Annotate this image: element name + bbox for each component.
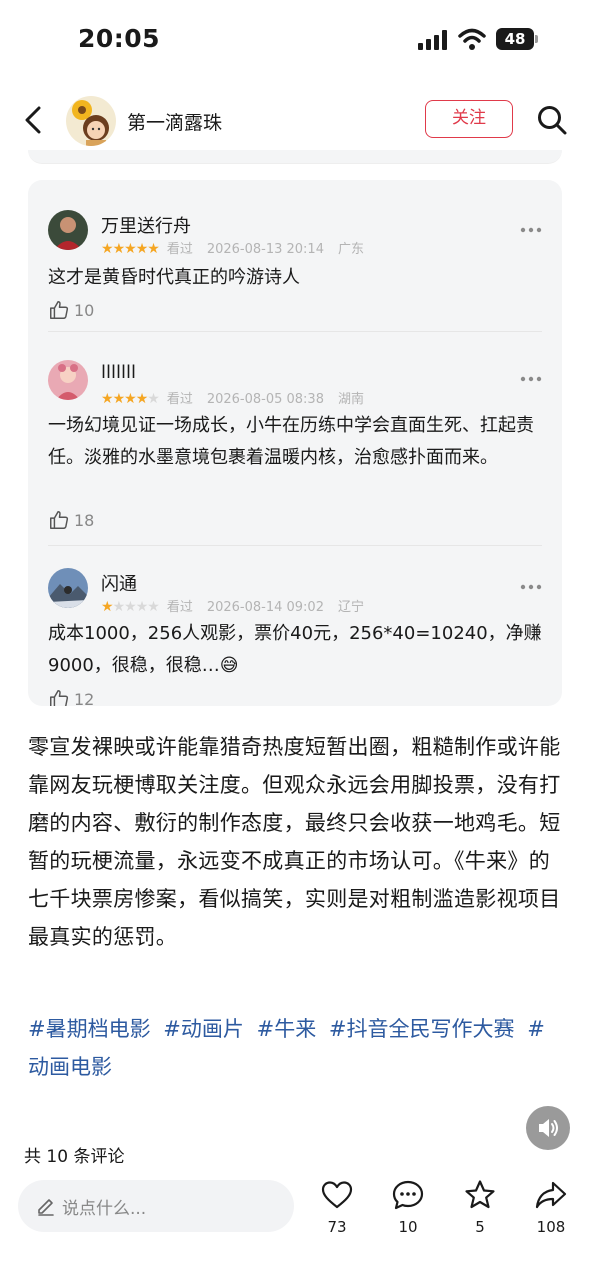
watched-label: 看过: [166, 600, 193, 615]
hashtag-summer-movie[interactable]: #暑期档电影: [28, 1017, 151, 1041]
author-avatar[interactable]: [66, 96, 116, 146]
star-filled-icon: ★: [135, 391, 149, 407]
read-aloud-button[interactable]: [526, 1106, 570, 1150]
star-empty-icon: ★: [135, 599, 149, 615]
comments-count-label[interactable]: 共 10 条评论: [24, 1142, 124, 1167]
review-text: 一场幻境见证一场成长，小牛在历练中学会直面生死、扛起责任。淡雅的水墨意境包裹着温…: [48, 415, 534, 468]
review-location: 辽宁: [337, 600, 364, 615]
rating-stars: ★★★★★: [101, 241, 160, 257]
review-meta: ★★★★★ 看过 2026-08-05 08:38 湖南: [101, 388, 364, 407]
like-count: 73: [327, 1218, 347, 1236]
star-filled-icon: ★: [124, 391, 137, 407]
star-filled-icon: ★: [101, 391, 114, 407]
review-like-count: 10: [74, 300, 95, 320]
cellular-signal-icon: [418, 30, 447, 50]
share-arrow-icon: [535, 1181, 567, 1209]
review-datetime: 2026-08-05 08:38: [206, 392, 324, 407]
reviewer-name: 闪通: [101, 574, 137, 595]
review-datetime: 2026-08-13 20:14: [206, 242, 324, 257]
post-header: 第一滴露珠 关注: [0, 88, 590, 152]
star-filled-icon: ★: [147, 241, 160, 257]
rating-stars: ★★★★★: [101, 599, 160, 615]
star-empty-icon: ★: [112, 599, 126, 615]
review-text: 这才是黄昏时代真正的吟游诗人: [48, 267, 300, 288]
watched-label: 看过: [166, 392, 193, 407]
search-icon[interactable]: [536, 104, 568, 136]
review-text: 成本1000，256人观影，票价40元，256*40=10240，净赚9000，…: [48, 623, 542, 676]
star-empty-icon: ★: [147, 599, 160, 615]
like-button[interactable]: 73: [307, 1178, 367, 1236]
share-count: 108: [536, 1218, 566, 1236]
reviewer-name: 万里送行舟: [101, 216, 191, 237]
thumbs-up-icon: [50, 511, 69, 529]
share-button[interactable]: 108: [521, 1178, 581, 1236]
comment-input[interactable]: 说点什么...: [18, 1180, 294, 1232]
reviewer-avatar[interactable]: [48, 360, 88, 400]
review-meta: ★★★★★ 看过 2026-08-14 09:02 辽宁: [101, 596, 364, 615]
hashtag-list: #暑期档电影 #动画片 #牛来 #抖音全民写作大赛 #动画电影: [28, 1010, 564, 1086]
star-filled-icon: ★: [101, 599, 114, 615]
review-like-count: 18: [74, 510, 95, 530]
star-filled-icon: ★: [101, 241, 114, 257]
more-options-icon[interactable]: [520, 227, 542, 233]
more-options-icon[interactable]: [520, 376, 542, 382]
previous-card-edge: [28, 150, 562, 164]
wifi-icon: [458, 28, 486, 50]
review-like-count: 12: [74, 689, 95, 707]
review-item: 闪通 ★★★★★ 看过 2026-08-14 09:02 辽宁 成本1000，256人…: [28, 546, 562, 706]
thumbs-up-icon: [50, 690, 69, 706]
reviewer-name: lllllll: [101, 362, 137, 383]
star-filled-icon: ★: [124, 241, 137, 257]
star-icon: [465, 1180, 495, 1209]
heart-icon: [321, 1181, 353, 1209]
review-item: lllllll ★★★★★ 看过 2026-08-05 08:38 湖南 一场幻境见证…: [28, 332, 562, 544]
article-body: 零宣发裸映或许能靠猎奇热度短暂出圈，粗糙制作或许能靠网友玩梗博取关注度。但观众永…: [28, 735, 561, 949]
review-location: 广东: [337, 242, 364, 257]
star-filled-icon: ★: [112, 391, 126, 407]
review-like-button[interactable]: 12: [48, 686, 94, 706]
status-time: 20:05: [78, 24, 161, 53]
hashtag-niulai[interactable]: #牛来: [257, 1017, 317, 1041]
review-like-button[interactable]: 10: [48, 297, 94, 323]
comment-button[interactable]: 10: [378, 1178, 438, 1236]
review-item: 万里送行舟 ★★★★★ 看过 2026-08-13 20:14 广东 这才是黄昏时代真…: [28, 180, 562, 330]
hashtag-writing-contest[interactable]: #抖音全民写作大赛: [329, 1017, 515, 1041]
back-arrow-icon[interactable]: [18, 104, 48, 136]
star-empty-icon: ★: [124, 599, 137, 615]
review-like-button[interactable]: 18: [48, 507, 94, 533]
review-datetime: 2026-08-14 09:02: [206, 600, 324, 615]
hashtag-animation[interactable]: #动画片: [163, 1017, 244, 1041]
star-empty-icon: ★: [147, 391, 160, 407]
review-location: 湖南: [337, 392, 364, 407]
embedded-reviews-card: 万里送行舟 ★★★★★ 看过 2026-08-13 20:14 广东 这才是黄昏时代真…: [28, 180, 562, 706]
status-bar: 20:05 48: [0, 0, 590, 80]
review-meta: ★★★★★ 看过 2026-08-13 20:14 广东: [101, 238, 364, 257]
author-name[interactable]: 第一滴露珠: [127, 108, 222, 135]
more-options-icon[interactable]: [520, 584, 542, 590]
comment-count: 10: [398, 1218, 418, 1236]
speaker-icon: [539, 1119, 558, 1137]
follow-button[interactable]: 关注: [425, 100, 513, 138]
reviewer-avatar[interactable]: [48, 210, 88, 250]
star-filled-icon: ★: [112, 241, 126, 257]
battery-tip: [535, 35, 538, 43]
rating-stars: ★★★★★: [101, 391, 160, 407]
comment-bubble-icon: [392, 1180, 424, 1210]
thumbs-up-icon: [50, 301, 69, 319]
reviewer-avatar[interactable]: [48, 568, 88, 608]
battery-indicator: 48: [496, 28, 538, 50]
favorite-count: 5: [475, 1218, 485, 1236]
pen-icon: [38, 1199, 54, 1216]
watched-label: 看过: [166, 242, 193, 257]
battery-level: 48: [496, 28, 534, 50]
favorite-button[interactable]: 5: [450, 1178, 510, 1236]
star-filled-icon: ★: [135, 241, 149, 257]
comment-placeholder: 说点什么...: [62, 1199, 147, 1219]
